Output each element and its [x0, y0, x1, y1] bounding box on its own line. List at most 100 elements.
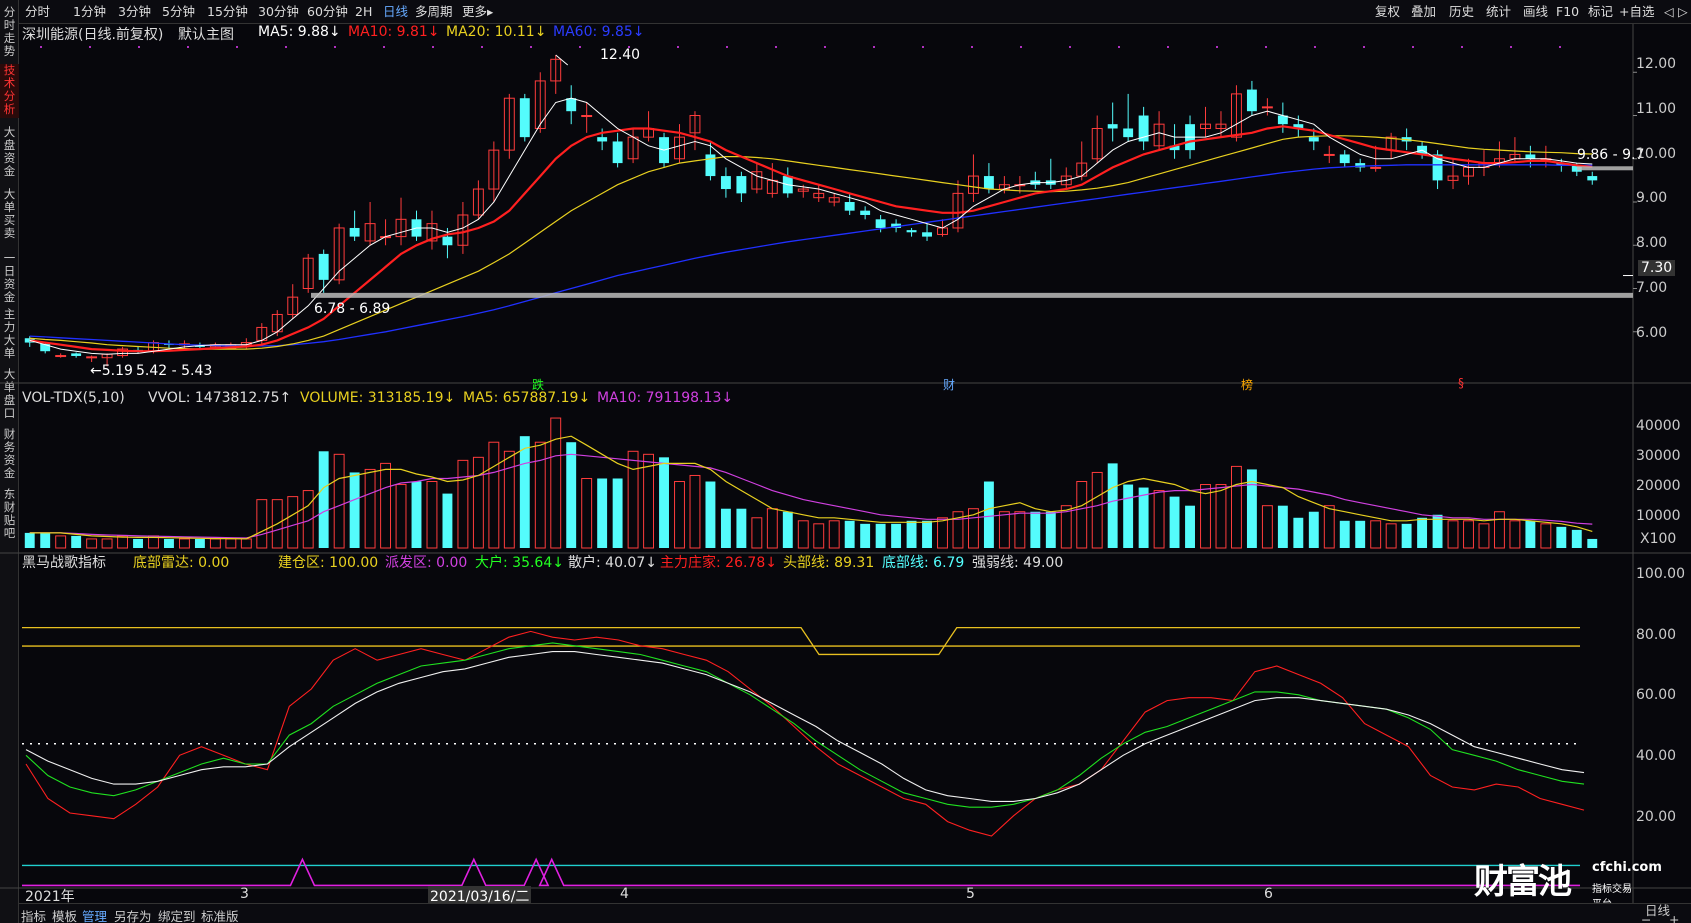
high-price-label: 12.40: [600, 47, 641, 63]
volume-legend: VOLUME: 313185.19↓: [300, 390, 456, 406]
candle-body: [983, 176, 994, 190]
volume-bar: [318, 451, 329, 548]
volume-bar: [844, 520, 855, 548]
vol-unit: X100: [1640, 531, 1677, 547]
bottom-tab-template[interactable]: 模板: [52, 906, 77, 923]
zoom-in-icon[interactable]: +: [1669, 912, 1679, 923]
top-dot: [236, 46, 238, 48]
top-dot: [873, 46, 875, 48]
top-dot: [775, 46, 777, 48]
ma60-line: [29, 164, 1593, 347]
volume-bar: [998, 511, 1010, 549]
vol-indicator-name[interactable]: VOL-TDX(5,10): [22, 390, 125, 406]
volume-bar: [612, 478, 623, 548]
volume-bar: [1493, 511, 1505, 549]
vol-tick: 20000: [1636, 478, 1681, 494]
ind-bottom-line: 底部线: 6.79: [882, 555, 965, 571]
ma10-legend: MA10: 9.81↓: [348, 24, 440, 40]
box2-label: 5.42 - 5.43: [136, 363, 213, 379]
bottom-toolbar: 指标 模板 管理 另存为 绑定到 标准版 日线 − +: [19, 903, 1691, 923]
ind-build-zone: 建仓区: 100.00: [278, 555, 379, 571]
volume-bar: [86, 538, 98, 549]
volume-bar: [457, 459, 469, 549]
ind-tick: 20.00: [1636, 809, 1677, 825]
candle-body: [1261, 106, 1273, 109]
volume-bar: [659, 457, 669, 548]
ind-indicator-name[interactable]: 黑马战歌指标: [22, 552, 106, 572]
volume-bar: [1277, 505, 1288, 548]
top-dot: [1510, 46, 1512, 48]
volume-bar: [1478, 523, 1490, 549]
candle-body: [566, 98, 577, 112]
bottom-tab-manage[interactable]: 管理: [82, 906, 107, 923]
volume-bar: [1308, 511, 1319, 548]
top-dot: [334, 46, 336, 48]
event-mark-4[interactable]: §: [1458, 376, 1464, 390]
bottom-tab-save-as[interactable]: 另存为: [114, 906, 152, 923]
candle-body: [1525, 154, 1536, 159]
volume-bar: [101, 538, 113, 549]
volume-bar: [209, 538, 221, 549]
volume-bar: [875, 523, 886, 548]
chart-canvas[interactable]: [0, 0, 1691, 923]
candle-body: [736, 176, 747, 194]
ind-big-holder-line: [25, 642, 1585, 808]
top-dot: [1314, 46, 1316, 48]
watermark-logo: 财富池 cfchi.com 指标交易平台: [1474, 854, 1662, 910]
volume-bar: [1323, 505, 1335, 549]
volume-bar: [1525, 520, 1536, 548]
bottom-tab-standard[interactable]: 标准版: [201, 906, 239, 923]
volume-bar: [766, 508, 778, 549]
ind-main-force-line: [25, 630, 1585, 837]
box1-label: 6.78 - 6.89: [314, 301, 391, 317]
volume-bar: [689, 474, 701, 549]
ind-top-line: 头部线: 89.31: [783, 555, 875, 571]
volume-bar: [1076, 481, 1088, 549]
template-label[interactable]: 默认主图: [178, 24, 234, 44]
candle-body: [71, 353, 82, 356]
volume-bar: [1556, 526, 1567, 548]
volume-bar: [1091, 471, 1103, 549]
event-mark-2[interactable]: 财: [943, 376, 955, 393]
volume-bar: [133, 538, 143, 548]
volume-bar: [1370, 520, 1382, 549]
top-dot: [138, 46, 140, 48]
zoom-out-icon[interactable]: −: [1641, 912, 1651, 923]
ind-tick: 100.00: [1636, 566, 1685, 582]
volume-bar: [426, 481, 438, 549]
top-dot: [1167, 46, 1169, 48]
box3-label: 9.86 - 9.7: [1577, 147, 1645, 163]
date-label: 6: [1264, 886, 1273, 902]
volume-bar: [333, 453, 345, 549]
top-dot: [1069, 46, 1071, 48]
candle-body: [860, 210, 871, 215]
candle-body: [519, 98, 530, 138]
stock-chart-app: 分时 1分钟 3分钟 5分钟 15分钟 30分钟 60分钟 2H 日线 多周期 …: [0, 0, 1691, 923]
price-tick: 12.00: [1636, 56, 1677, 72]
bottom-tab-indicator[interactable]: 指标: [21, 906, 46, 923]
volume-bar: [1123, 484, 1134, 548]
volume-bar: [1385, 523, 1397, 549]
event-mark-3[interactable]: 榜: [1241, 376, 1253, 393]
ind-dist-line: [22, 857, 1580, 887]
watermark-brand: 财富池: [1474, 862, 1572, 902]
volume-bar: [364, 468, 376, 549]
top-dot: [40, 46, 42, 48]
vol-ma5-legend: MA5: 657887.19↓: [463, 390, 591, 406]
ind-strong-line: 强弱线: 49.00: [972, 555, 1064, 571]
bottom-tab-bind[interactable]: 绑定到: [158, 906, 196, 923]
ma5-legend: MA5: 9.88↓: [258, 24, 341, 40]
volume-bar: [1014, 511, 1026, 549]
volume-bar: [164, 538, 174, 548]
volume-bar: [380, 462, 392, 549]
candle-body: [442, 236, 453, 246]
vol-tick: 10000: [1636, 508, 1681, 524]
ind-bottom-radar: 底部雷达: 0.00: [133, 555, 230, 571]
volume-bar: [1107, 463, 1118, 548]
volume-bar: [519, 436, 530, 548]
volume-bar: [828, 520, 840, 549]
volume-bar: [1045, 511, 1056, 548]
top-dot: [530, 46, 532, 48]
volume-bar: [581, 477, 593, 549]
stock-title: 深圳能源(日线.前复权): [22, 27, 164, 43]
